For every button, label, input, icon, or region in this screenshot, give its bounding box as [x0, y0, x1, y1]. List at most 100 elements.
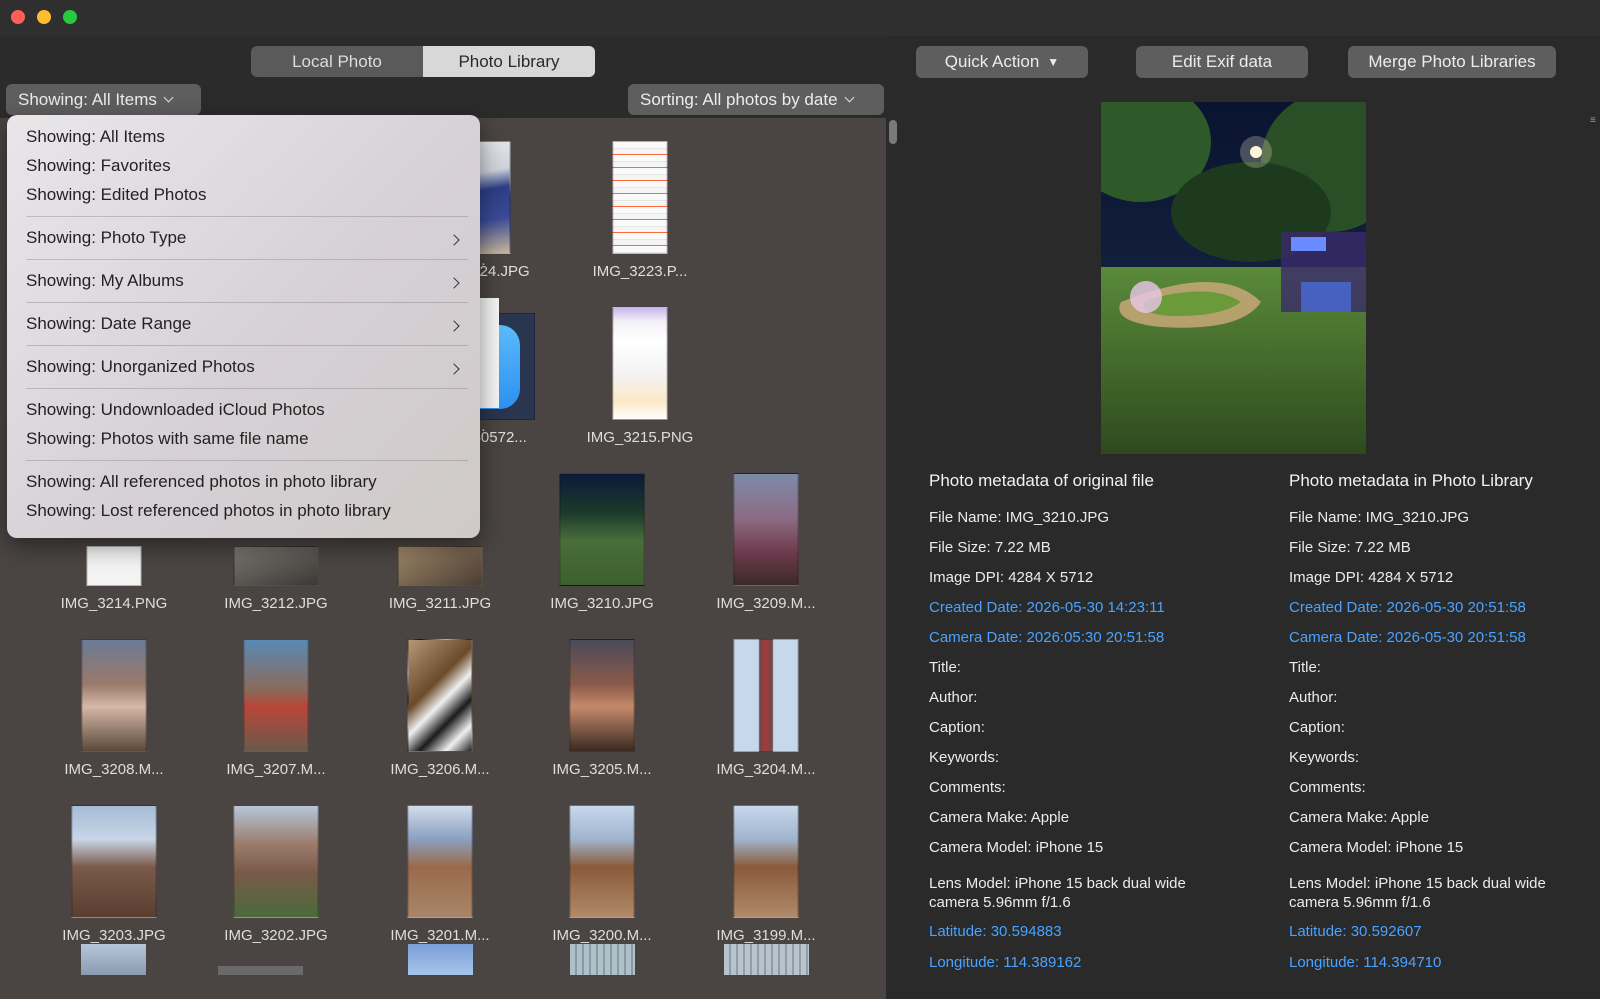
original-metadata-heading: Photo metadata of original file — [929, 471, 1154, 490]
photo-preview — [1101, 102, 1366, 454]
original-camera-model: Camera Model: iPhone 15 — [929, 839, 1104, 856]
library-camera-make: Camera Make: Apple — [1289, 809, 1430, 826]
photo-thumbnail — [71, 805, 157, 918]
library-title: Title: — [1289, 659, 1321, 676]
grid-cell[interactable]: IMG_3204.M... — [686, 622, 846, 782]
grid-cell[interactable]: IMG_3201.M... — [360, 788, 520, 948]
grid-cell-label: IMG_3205.M... — [552, 761, 652, 778]
grid-cell[interactable]: IMG_3206.M... — [360, 622, 520, 782]
menu-separator — [26, 388, 468, 389]
chevron-right-icon — [448, 320, 460, 332]
grid-cell-label: IMG_3223.P... — [592, 263, 688, 280]
filter-menu: Showing: All Items Showing: Favorites Sh… — [7, 115, 480, 538]
menu-item-undownloaded-icloud[interactable]: Showing: Undownloaded iCloud Photos — [26, 400, 325, 420]
library-latitude[interactable]: Latitude: 30.592607 — [1289, 923, 1422, 940]
grid-cell[interactable]: IMG_3223.P... — [560, 124, 720, 284]
original-lens-model: Lens Model: iPhone 15 back dual wide cam… — [929, 875, 1186, 911]
photo-thumbnail — [569, 639, 635, 752]
chevron-right-icon — [448, 234, 460, 246]
grid-cell-label: IMG_3214.PNG — [60, 595, 168, 612]
grid-cell[interactable]: IMG_3199.M... — [686, 788, 846, 948]
original-latitude[interactable]: Latitude: 30.594883 — [929, 923, 1062, 940]
photo-thumbnail[interactable] — [724, 944, 809, 975]
original-camera-make: Camera Make: Apple — [929, 809, 1070, 826]
original-caption: Caption: — [929, 719, 985, 736]
window-titlebar — [0, 0, 1600, 36]
close-window-button[interactable] — [11, 10, 25, 24]
chevron-right-icon — [448, 363, 460, 375]
original-created-date[interactable]: Created Date: 2026-05-30 14:23:11 — [929, 599, 1165, 616]
photo-thumbnail[interactable] — [408, 944, 473, 975]
grid-cell-label: IMG_3210.JPG — [550, 595, 654, 612]
photo-thumbnail — [81, 639, 147, 752]
library-comments: Comments: — [1289, 779, 1366, 796]
grid-cell-label: IMG_3208.M... — [64, 761, 164, 778]
library-metadata-heading: Photo metadata in Photo Library — [1289, 471, 1533, 490]
menu-item-photo-type[interactable]: Showing: Photo Type — [26, 228, 186, 248]
menu-item-my-albums[interactable]: Showing: My Albums — [26, 271, 184, 291]
menu-item-edited-photos[interactable]: Showing: Edited Photos — [26, 185, 207, 205]
grid-cell-label: IMG_3206.M... — [390, 761, 490, 778]
photo-thumbnail[interactable] — [570, 944, 635, 975]
photo-thumbnail[interactable] — [81, 944, 146, 975]
source-segmented-control: Local Photo Photo Library — [251, 46, 595, 77]
preview-image — [1101, 102, 1366, 454]
minimize-window-button[interactable] — [37, 10, 51, 24]
photo-thumbnail — [733, 473, 799, 586]
chevron-down-icon — [844, 92, 854, 103]
original-file-size: File Size: 7.22 MB — [929, 539, 1051, 556]
photo-thumbnail — [612, 307, 668, 420]
grid-cell[interactable]: IMG_3207.M... — [196, 622, 356, 782]
grid-cell-label: IMG_3207.M... — [226, 761, 326, 778]
library-image-dpi: Image DPI: 4284 X 5712 — [1289, 569, 1454, 586]
photo-thumbnail — [243, 639, 309, 752]
original-longitude[interactable]: Longitude: 114.389162 — [929, 954, 1081, 971]
library-keywords: Keywords: — [1289, 749, 1360, 766]
tab-photo-library[interactable]: Photo Library — [423, 46, 595, 77]
grid-cell[interactable]: IMG_3202.JPG — [196, 788, 356, 948]
library-camera-model: Camera Model: iPhone 15 — [1289, 839, 1464, 856]
menu-item-favorites[interactable]: Showing: Favorites — [26, 156, 171, 176]
grid-cell-label: IMG_3203.JPG — [62, 927, 166, 944]
photo-thumbnail — [86, 546, 142, 586]
library-created-date[interactable]: Created Date: 2026-05-30 20:51:58 — [1289, 599, 1526, 616]
menu-item-unorganized-photos[interactable]: Showing: Unorganized Photos — [26, 357, 255, 377]
sorting-dropdown-label: Sorting: All photos by date — [640, 89, 838, 109]
grid-cell[interactable]: IMG_3205.M... — [522, 622, 682, 782]
resize-handle-icon[interactable]: ≡ — [1590, 115, 1596, 126]
menu-item-date-range[interactable]: Showing: Date Range — [26, 314, 191, 334]
grid-cell[interactable]: IMG_3208.M... — [34, 622, 194, 782]
grid-cell[interactable]: IMG_3200.M... — [522, 788, 682, 948]
photo-thumbnail — [559, 473, 645, 586]
library-longitude[interactable]: Longitude: 114.394710 — [1289, 954, 1441, 971]
original-camera-date[interactable]: Camera Date: 2026:05:30 20:51:58 — [929, 629, 1164, 646]
grid-cell[interactable]: IMG_3209.M... — [686, 456, 846, 616]
photo-thumbnail[interactable] — [218, 966, 303, 975]
original-author: Author: — [929, 689, 978, 706]
zoom-window-button[interactable] — [63, 10, 77, 24]
quick-action-button[interactable]: Quick Action ▼ — [916, 46, 1088, 78]
photo-thumbnail — [612, 141, 668, 254]
menu-item-all-referenced[interactable]: Showing: All referenced photos in photo … — [26, 472, 377, 492]
library-camera-date[interactable]: Camera Date: 2026-05-30 20:51:58 — [1289, 629, 1526, 646]
edit-exif-button[interactable]: Edit Exif data — [1136, 46, 1308, 78]
photo-thumbnail — [569, 805, 635, 918]
photo-thumbnail — [733, 805, 799, 918]
grid-cell-label: IMG_3204.M... — [716, 761, 816, 778]
original-comments: Comments: — [929, 779, 1006, 796]
original-keywords: Keywords: — [929, 749, 1000, 766]
photo-thumbnail-partial[interactable] — [477, 298, 499, 408]
grid-scrollbar-thumb[interactable] — [889, 120, 897, 144]
filter-dropdown[interactable]: Showing: All Items — [6, 84, 201, 115]
merge-libraries-button[interactable]: Merge Photo Libraries — [1348, 46, 1556, 78]
grid-cell[interactable]: IMG_3203.JPG — [34, 788, 194, 948]
grid-cell[interactable]: IMG_3210.JPG — [522, 456, 682, 616]
grid-cell-label: IMG_3199.M... — [716, 927, 816, 944]
menu-item-lost-referenced[interactable]: Showing: Lost referenced photos in photo… — [26, 501, 391, 521]
chevron-right-icon — [448, 277, 460, 289]
grid-cell[interactable]: IMG_3215.PNG — [560, 290, 720, 450]
tab-local-photo[interactable]: Local Photo — [251, 46, 423, 77]
menu-item-same-file-name[interactable]: Showing: Photos with same file name — [26, 429, 309, 449]
sorting-dropdown[interactable]: Sorting: All photos by date — [628, 84, 884, 115]
menu-item-all-items[interactable]: Showing: All Items — [26, 127, 165, 147]
